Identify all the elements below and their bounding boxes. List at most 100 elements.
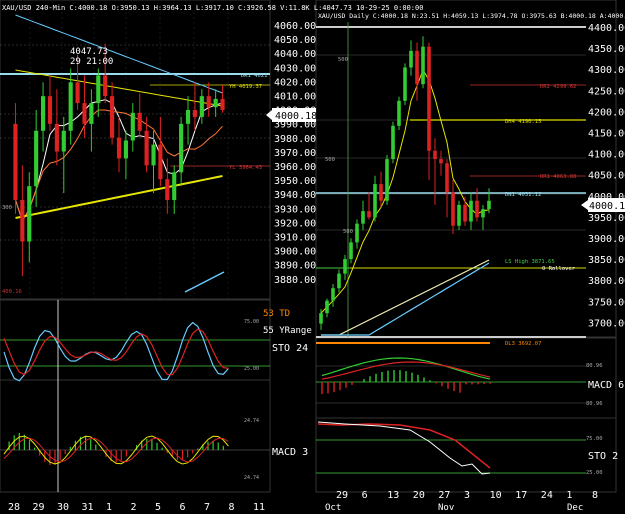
center-price-axis: 4060.00 4050.00 4040.00 4030.00 4020.00 4010.… xyxy=(274,21,316,286)
right-level-label-dn1: DN1 4031.12 xyxy=(505,192,541,198)
right-candle xyxy=(343,259,347,274)
center-axis-tick-label: 3970.00 xyxy=(274,148,316,159)
right-candle xyxy=(409,50,413,68)
right-candle xyxy=(427,46,431,151)
center-axis-tick-label: 3900.00 xyxy=(274,247,316,258)
right-candle xyxy=(337,273,341,289)
left-candle xyxy=(158,144,163,180)
right-axis-tick-label: 4150.00 xyxy=(588,129,625,140)
right-current-price-text: 4000.18 xyxy=(589,201,625,212)
right-price-panel[interactable] xyxy=(315,0,617,338)
charts-canvas: XAU/USD 240-Min C:4000.18 O:3950.13 H:39… xyxy=(0,0,625,513)
left-candle xyxy=(179,123,184,173)
left-macd-panel[interactable] xyxy=(0,379,271,493)
right-candle xyxy=(379,184,383,201)
right-sto-panel[interactable] xyxy=(315,417,617,493)
month-label-oct: Oct xyxy=(325,503,341,513)
right-macd-panel[interactable] xyxy=(315,337,617,419)
left-candle xyxy=(13,123,18,200)
right-level-label-500a: 500 xyxy=(338,57,348,63)
month-label-dec: Dec xyxy=(567,503,583,513)
right-candle xyxy=(487,200,491,210)
center-axis-tick-label: 4060.00 xyxy=(274,21,316,32)
right-candle xyxy=(361,211,365,224)
right-macd-value-lower: 80.96 xyxy=(586,401,603,407)
left-candle xyxy=(123,140,128,159)
center-axis-tick-label: 3930.00 xyxy=(274,204,316,215)
crosshair-date-label: 29 21:00 xyxy=(70,57,113,67)
left-candle xyxy=(172,172,177,200)
right-candle xyxy=(325,300,329,314)
right-date-tick: 6 xyxy=(362,490,368,501)
left-sto-level-75: 75.00 xyxy=(244,319,259,325)
left-ma-cyan xyxy=(15,14,223,94)
center-current-price-text: 4000.18 xyxy=(275,111,317,122)
right-axis-tick-label: 3900.00 xyxy=(588,234,625,245)
right-candle xyxy=(319,313,323,324)
left-level-label-low: 400.16 xyxy=(2,289,22,295)
left-candle xyxy=(40,96,46,131)
right-current-price-pointer xyxy=(581,200,588,210)
right-chart-header: XAU/USD Daily C:4000.18 N:23.51 H:4059.1… xyxy=(318,12,625,20)
right-candle xyxy=(451,192,455,226)
center-axis-tick-label: 3880.00 xyxy=(274,275,316,286)
center-axis-tick-label: 4030.00 xyxy=(274,63,316,74)
right-candle xyxy=(331,288,335,301)
left-date-tick: 6 xyxy=(180,502,186,513)
right-axis-tick-label: 4400.00 xyxy=(588,23,625,34)
left-macd-level-lower: 24.74 xyxy=(244,475,259,481)
right-price-axis: 4400.00 4350.00 4300.00 4250.00 4200.00 4150.… xyxy=(588,23,625,329)
left-candle xyxy=(68,82,73,131)
left-candle xyxy=(165,179,170,200)
right-date-tick: 3 xyxy=(464,490,470,501)
left-date-tick: 8 xyxy=(229,502,235,513)
right-axis-tick-label: 3750.00 xyxy=(588,297,625,308)
center-axis-tick-label: 4050.00 xyxy=(274,35,316,46)
left-sto-d-line xyxy=(3,328,229,376)
right-candle xyxy=(457,204,461,226)
right-axis-tick-label: 4200.00 xyxy=(588,107,625,118)
right-axis-tick-label: 3850.00 xyxy=(588,255,625,266)
right-level-label-500c: 500 xyxy=(343,229,353,235)
right-candle xyxy=(349,242,353,260)
left-level-label-yl: YL 3964.43 xyxy=(229,165,262,171)
left-candle xyxy=(220,98,225,110)
right-level-label-dr2: DR2 4299.62 xyxy=(540,84,576,90)
right-axis-tick-label: 4300.00 xyxy=(588,65,625,76)
center-axis-tick-label: 3960.00 xyxy=(274,162,316,173)
right-ma-cyan xyxy=(321,262,490,336)
center-axis-tick-label: 3910.00 xyxy=(274,233,316,244)
right-moving-averages xyxy=(320,68,490,336)
left-ma-cyan-tail xyxy=(184,271,225,293)
left-candle xyxy=(192,110,198,117)
left-candle xyxy=(206,96,211,108)
right-date-tick: 27 xyxy=(438,490,450,501)
left-candle xyxy=(185,110,191,124)
left-candle xyxy=(103,75,108,97)
left-candle xyxy=(116,137,122,159)
right-macd-label: MACD 6 xyxy=(588,380,624,391)
right-candle xyxy=(391,125,395,160)
right-date-tick: 29 xyxy=(336,490,348,501)
right-axis-tick-label: 4250.00 xyxy=(588,86,625,97)
right-candle xyxy=(469,200,473,222)
center-axis-tick-label: 4020.00 xyxy=(274,77,316,88)
left-sto-level-25: 25.00 xyxy=(244,366,259,372)
right-sto-d-line xyxy=(317,423,491,469)
right-level-label-dh4: DH4 4190.15 xyxy=(505,119,541,125)
right-level-label-ls-high: LS High 3871.65 xyxy=(505,259,555,265)
right-date-tick: 1 xyxy=(566,490,572,501)
center-axis-tick-label: 3920.00 xyxy=(274,218,316,229)
right-level-label-dr1: DR1 4063.88 xyxy=(540,174,576,180)
right-date-tick: 8 xyxy=(592,490,598,501)
left-date-axis: 28 29 30 31 1 2 5 6 7 8 11 xyxy=(8,502,265,513)
left-ma-yellow-slow xyxy=(15,175,223,219)
left-gridlines xyxy=(0,12,270,299)
right-axis-tick-label: 4350.00 xyxy=(588,44,625,55)
left-candle xyxy=(34,130,39,187)
left-candle xyxy=(151,144,156,166)
left-date-tick: 1 xyxy=(106,502,112,513)
right-date-tick: 20 xyxy=(413,490,425,501)
left-date-tick: 5 xyxy=(155,502,161,513)
center-axis-tick-label: 3980.00 xyxy=(274,134,316,145)
